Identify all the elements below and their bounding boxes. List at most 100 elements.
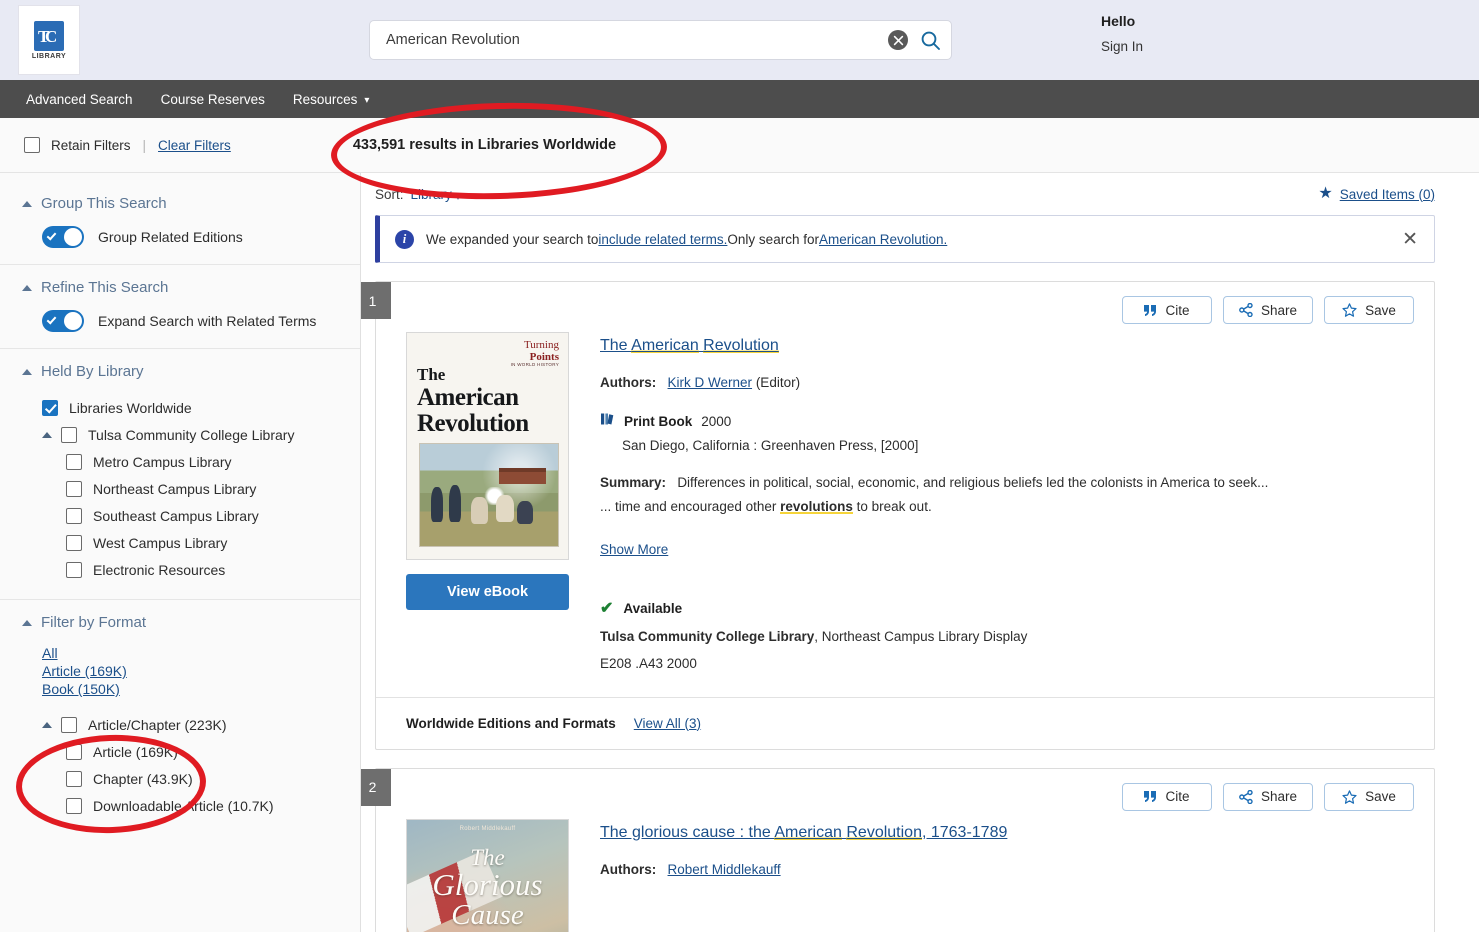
show-more-link[interactable]: Show More [600,542,668,557]
expanded-search-banner: i We expanded your search to include rel… [375,215,1435,263]
cover-title-line-2: American [417,384,519,411]
sort-value-dropdown[interactable]: Library ▾ [411,187,461,203]
facet-checkbox[interactable] [66,561,82,578]
facet-option[interactable]: Chapter (43.9K) [22,765,360,792]
saved-items-link[interactable]: ★ Saved Items (0) [1318,186,1435,202]
divider: | [142,137,147,153]
chevron-up-icon [22,619,32,626]
clear-search-icon[interactable] [888,30,908,50]
nav-item-advanced-search[interactable]: Advanced Search [26,92,133,107]
author-link[interactable]: Robert Middlekauff [668,862,781,877]
result-body: Robert Middlekauff The Glorious Cause Th… [376,811,1434,932]
facet-header-refine-this-search[interactable]: Refine This Search [22,279,360,296]
format-link-book[interactable]: Book (150K) [42,681,360,697]
library-logo[interactable]: T C LIBRARY [18,5,80,75]
book-cover-image[interactable]: Turning Points IN WORLD HISTORY The Amer… [406,332,569,560]
retain-filters-checkbox[interactable] [24,137,40,153]
facet-checkbox[interactable] [66,743,82,760]
book-cover-image[interactable]: Robert Middlekauff The Glorious Cause [406,818,569,932]
result-body: Turning Points IN WORLD HISTORY The Amer… [376,324,1434,671]
facet-option[interactable]: Article/Chapter (223K) [22,711,360,738]
facet-checkbox[interactable] [66,534,82,551]
facet-option[interactable]: Electronic Resources [22,556,360,583]
info-icon: i [395,229,414,249]
save-button[interactable]: Save [1324,782,1414,811]
search-box[interactable] [369,20,952,60]
banner-include-related-terms-link[interactable]: include related terms. [598,232,727,247]
view-all-editions-link[interactable]: View All (3) [634,716,701,731]
saved-items-label: Saved Items (0) [1339,186,1435,202]
group-related-editions-toggle[interactable] [42,226,84,248]
facet-option[interactable]: West Campus Library [22,529,360,556]
facet-option[interactable]: Southeast Campus Library [22,502,360,529]
cite-button[interactable]: Cite [1122,782,1212,811]
share-button[interactable]: Share [1223,296,1313,324]
cite-button[interactable]: Cite [1122,296,1212,324]
title-part-highlight: American [631,337,699,354]
result-title-link[interactable]: The glorious cause : the American Revolu… [600,823,1008,841]
author-role: (Editor) [755,375,801,390]
results-main: Sort: Library ▾ ★ Saved Items (0) i We e… [361,173,1479,932]
facet-checkbox[interactable] [66,480,82,497]
toggle-knob [64,312,82,330]
banner-only-search-link[interactable]: American Revolution. [819,232,947,247]
facet-checkbox[interactable] [61,426,77,443]
share-button[interactable]: Share [1223,782,1313,811]
facet-checkbox[interactable] [66,770,82,787]
facet-checkbox[interactable] [42,399,58,416]
search-input[interactable] [384,31,888,49]
facet-header-held-by-library[interactable]: Held By Library [22,363,360,380]
facet-header-filter-by-format[interactable]: Filter by Format [22,614,360,631]
nav-item-course-reserves[interactable]: Course Reserves [161,92,265,107]
summary-line-1: Differences in political, social, econom… [677,475,1269,490]
title-part: , 1763-1789 [921,823,1008,841]
expand-related-terms-toggle[interactable] [42,310,84,332]
chevron-up-icon[interactable] [42,721,52,728]
facet-option[interactable]: Tulsa Community College Library [22,421,360,448]
facet-checkbox[interactable] [61,716,77,733]
expand-related-terms-row: Expand Search with Related Terms [22,310,360,332]
nav-item-resources[interactable]: Resources ▾ [293,92,370,107]
result-title-link[interactable]: The American Revolution [600,337,779,354]
summary-line-2-after: to break out. [852,499,932,515]
result-cover-column: Robert Middlekauff The Glorious Cause [406,818,571,932]
page-body: Group This Search Group Related Editions… [0,173,1479,932]
facet-checkbox[interactable] [66,453,82,470]
share-label: Share [1260,302,1298,318]
facet-option[interactable]: Metro Campus Library [22,448,360,475]
authors-label: Authors: [600,375,657,390]
clear-filters-link[interactable]: Clear Filters [158,138,231,153]
search-icon[interactable] [920,30,941,51]
facet-option[interactable]: Northeast Campus Library [22,475,360,502]
result-actions: Cite Share Save [376,769,1434,811]
chevron-up-icon [22,284,32,291]
format-link-all[interactable]: All [42,645,360,661]
facet-option[interactable]: Downloadable Article (10.7K) [22,792,360,819]
toggle-label: Expand Search with Related Terms [98,313,317,329]
quote-icon [1144,304,1157,316]
facet-option-label: Libraries Worldwide [69,399,192,416]
author-link[interactable]: Kirk D Werner [668,375,753,390]
facet-checkbox[interactable] [66,507,82,524]
facet-option-label: Article/Chapter (223K) [88,716,227,733]
result-year: 2000 [701,413,732,429]
chevron-up-icon[interactable] [42,431,52,438]
results-count: 433,591 results in Libraries Worldwide [352,137,617,153]
artwork-figure [471,497,488,524]
facet-header-group-this-search[interactable]: Group This Search [22,195,360,212]
close-icon[interactable]: ✕ [1402,230,1418,249]
format-link-article[interactable]: Article (169K) [42,663,360,679]
facet-option[interactable]: Libraries Worldwide [22,394,360,421]
facet-option[interactable]: Article (169K) [22,738,360,765]
editions-formats-label: Worldwide Editions and Formats [406,715,616,731]
star-icon: ★ [1318,185,1333,202]
cover-title-line-3: Cause [451,898,524,931]
save-label: Save [1365,789,1396,804]
facet-group-this-search: Group This Search Group Related Editions [0,181,360,265]
sign-in-link[interactable]: Sign In [1101,40,1143,55]
save-label: Save [1365,302,1396,318]
filter-bar: Retain Filters | Clear Filters 433,591 r… [0,118,1479,173]
facet-checkbox[interactable] [66,797,82,814]
save-button[interactable]: Save [1324,296,1414,324]
view-ebook-button[interactable]: View eBook [406,574,569,610]
